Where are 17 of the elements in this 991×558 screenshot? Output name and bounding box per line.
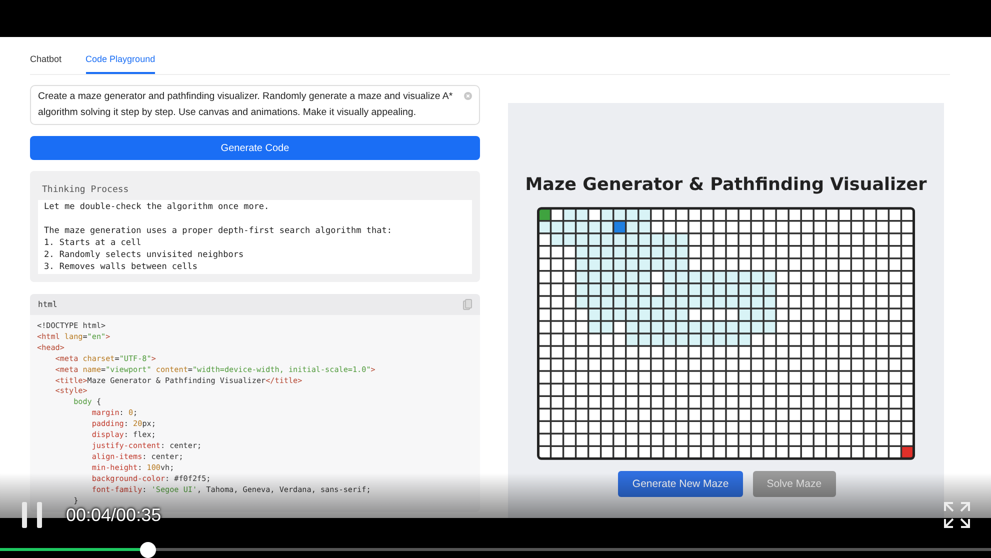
pause-icon[interactable] xyxy=(22,502,42,528)
thinking-line: Let me double-check the algorithm once more. xyxy=(44,202,270,212)
tab[interactable]: Code Playground xyxy=(86,54,156,74)
thinking-line: 3. Removes walls between cells xyxy=(44,262,198,272)
code-language: html xyxy=(38,300,58,309)
maze-button[interactable]: Generate New Maze xyxy=(618,471,743,497)
thinking-line: 2. Randomly selects unvisited neighbors xyxy=(44,250,244,260)
thinking-title: Thinking Process xyxy=(41,185,130,195)
thinking-line: 1. Starts at a cell xyxy=(44,238,142,248)
thinking-line: The maze generation uses a proper depth-first search algorithm that: xyxy=(44,226,392,236)
tab[interactable]: Chatbot xyxy=(30,54,62,74)
progress-handle[interactable] xyxy=(140,542,156,558)
progress-track[interactable] xyxy=(0,542,991,558)
fullscreen-icon[interactable] xyxy=(944,502,970,528)
preview-title: Maze Generator & Pathfinding Visualizer xyxy=(525,175,927,195)
prompt-field[interactable]: Create a maze generator and pathfinding visualizer. Randomly generate a maze and visualize A* algorithm solving it step by step. Use canvas and animations. Make it visually appealing. xyxy=(30,85,480,125)
generate-code-button[interactable]: Generate Code xyxy=(30,136,480,160)
